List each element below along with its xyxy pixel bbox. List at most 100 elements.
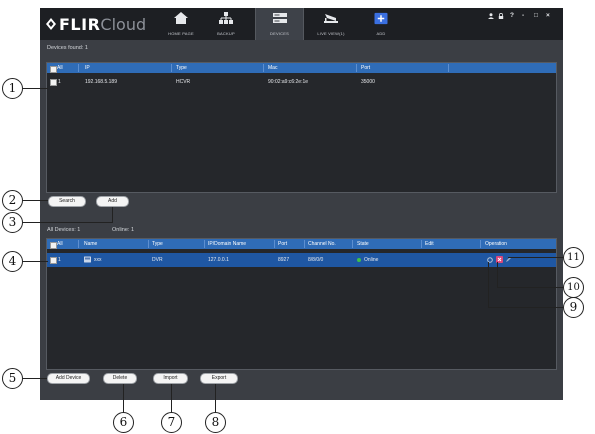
column-header[interactable]: Channel No. <box>308 239 336 249</box>
row-index: 1 <box>58 256 61 263</box>
cell-state: Online <box>364 256 379 263</box>
column-divider <box>352 240 353 248</box>
column-header[interactable]: State <box>357 239 369 249</box>
callout-line-2 <box>22 200 48 201</box>
column-header: All <box>57 241 63 247</box>
callout-7: 7 <box>161 412 182 433</box>
user-icon[interactable] <box>488 13 494 19</box>
help-button[interactable]: ? <box>510 12 514 19</box>
live-view-icon <box>324 14 338 23</box>
backup-icon <box>219 12 233 24</box>
cell-type: HCVR <box>176 78 191 85</box>
add-button[interactable]: Add <box>96 196 129 207</box>
column-divider <box>148 240 149 248</box>
column-divider <box>204 240 205 248</box>
lock-icon[interactable] <box>498 13 504 19</box>
import-button[interactable]: Import <box>153 373 188 384</box>
flir-cloud-logo: FLIR Cloud <box>46 13 146 35</box>
callout-line-10 <box>497 287 563 288</box>
column-divider <box>274 240 275 248</box>
row-checkbox[interactable] <box>50 257 57 264</box>
callout-line-7 <box>171 384 172 413</box>
cell-ip: 127.0.0.1 <box>208 256 229 263</box>
table-header: All Name Type IP/Domain Name Port Channe… <box>47 239 556 249</box>
devices-table: All Name Type IP/Domain Name Port Channe… <box>46 238 557 370</box>
close-button[interactable]: × <box>546 12 550 19</box>
add-device-button[interactable]: Add Device <box>47 373 90 384</box>
delete-button[interactable]: Delete <box>103 373 137 384</box>
tab-label: DEVICES <box>270 31 289 36</box>
export-button[interactable]: Export <box>200 373 238 384</box>
cell-type: DVR <box>152 256 163 263</box>
logo-brand-text: FLIR <box>59 14 101 34</box>
callout-line-11 <box>508 257 563 258</box>
column-header: All <box>57 65 63 71</box>
add-icon <box>374 12 388 25</box>
tab-live-view[interactable]: LIVE VIEW(1) <box>306 8 356 40</box>
table-header: All IP Type Mac Port <box>47 63 556 73</box>
cell-mac: 90:02:a9:c6:2e:1e <box>268 78 309 85</box>
tab-label: LIVE VIEW(1) <box>317 31 345 36</box>
callout-line-6 <box>123 384 124 413</box>
column-header[interactable]: Mac <box>268 63 277 73</box>
column-divider <box>480 240 481 248</box>
callout-1: 1 <box>2 78 23 99</box>
found-devices-table: All IP Type Mac Port 1 192.168.5.189 HCV… <box>46 62 557 193</box>
table-row[interactable]: 1 192.168.5.189 HCVR 90:02:a9:c6:2e:1e 3… <box>47 77 556 87</box>
callout-9: 9 <box>563 297 584 318</box>
cell-name: xxx <box>94 256 102 263</box>
callout-5: 5 <box>2 368 23 389</box>
tab-label: BACKUP <box>217 31 235 36</box>
cell-port: 8927 <box>278 256 290 263</box>
column-header[interactable]: Name <box>84 239 97 249</box>
callout-8: 8 <box>205 412 226 433</box>
maximize-button[interactable]: □ <box>534 12 538 19</box>
column-divider <box>171 64 172 72</box>
callout-4: 4 <box>2 251 23 272</box>
callout-3: 3 <box>2 212 23 233</box>
callout-line-4 <box>22 261 48 262</box>
column-header[interactable]: Type <box>152 239 163 249</box>
online-count: Online: 1 <box>112 227 135 233</box>
callout-6: 6 <box>113 412 134 433</box>
callout-line-10-riser <box>497 262 498 288</box>
search-button[interactable]: Search <box>48 196 86 207</box>
tab-label: HOME PAGE <box>168 31 194 36</box>
cell-port: 35000 <box>361 78 375 85</box>
callout-10: 10 <box>563 277 584 298</box>
tab-devices[interactable]: DEVICES <box>255 8 304 40</box>
logo-product-text: Cloud <box>100 14 147 34</box>
minimize-button[interactable]: - <box>522 12 524 19</box>
callout-line-9 <box>488 307 563 308</box>
column-header[interactable]: IP/Domain Name <box>208 239 246 249</box>
callout-line-5 <box>22 378 47 379</box>
column-divider <box>304 240 305 248</box>
select-all-checkbox[interactable] <box>50 65 57 73</box>
column-header[interactable]: Type <box>176 63 187 73</box>
column-divider <box>421 240 422 248</box>
tab-add[interactable]: ADD <box>358 8 404 40</box>
callout-line-8 <box>215 384 216 413</box>
manual-illustration: FLIR Cloud HOME PAGE BACKUP DEVICES LIVE… <box>0 0 595 434</box>
column-divider <box>78 240 79 248</box>
callout-11: 11 <box>563 247 584 268</box>
column-divider <box>356 64 357 72</box>
callout-line-9-riser <box>488 262 489 308</box>
row-index: 1 <box>58 78 61 85</box>
column-divider <box>263 64 264 72</box>
column-header[interactable]: Port <box>278 239 287 249</box>
column-header[interactable]: IP <box>85 63 90 73</box>
tab-backup[interactable]: BACKUP <box>203 8 249 40</box>
row-checkbox[interactable] <box>50 79 57 86</box>
column-divider <box>448 64 449 72</box>
flir-flame-icon <box>46 18 56 30</box>
column-header[interactable]: Port <box>361 63 370 73</box>
online-status-icon <box>357 258 361 262</box>
column-divider <box>78 64 79 72</box>
table-row-selected[interactable]: 1 xxx DVR 127.0.0.1 8927 8/8/0/0 Online <box>47 253 556 267</box>
cell-ip: 192.168.5.189 <box>85 78 117 85</box>
tab-label: ADD <box>376 31 386 36</box>
select-all-checkbox[interactable] <box>50 241 57 249</box>
column-header: Operation <box>485 241 507 247</box>
tab-home-page[interactable]: HOME PAGE <box>158 8 204 40</box>
